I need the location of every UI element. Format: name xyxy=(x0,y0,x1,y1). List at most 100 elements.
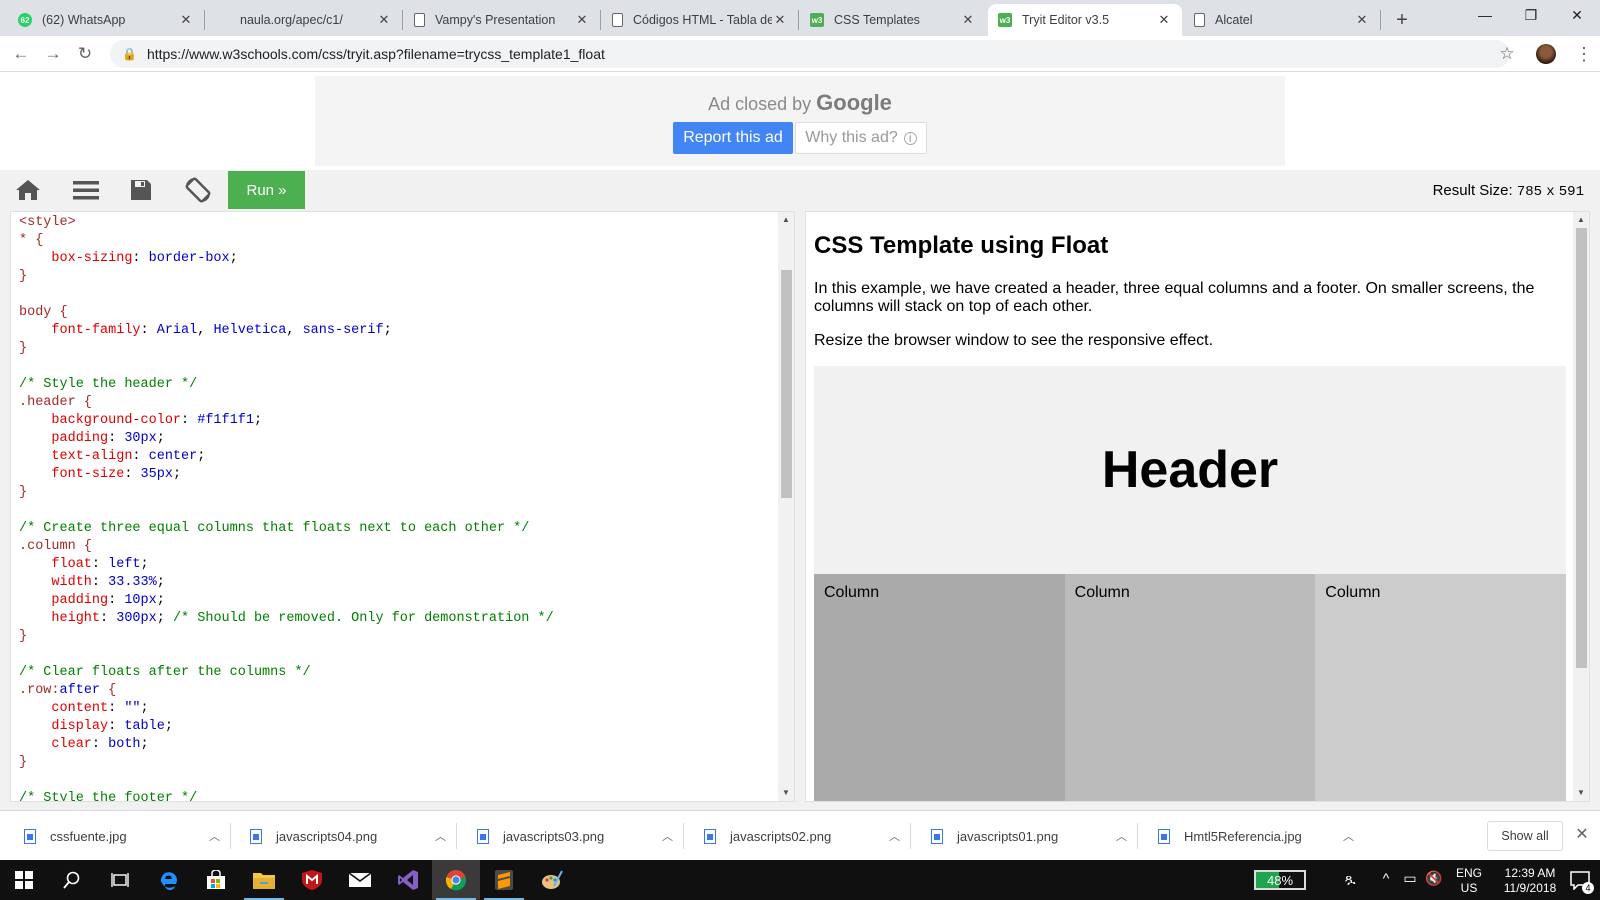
edge-icon[interactable] xyxy=(144,860,192,900)
url-text: https://www.w3schools.com/css/tryit.asp?… xyxy=(146,46,605,62)
restore-icon[interactable]: ❐ xyxy=(1508,0,1554,32)
language-code: ENG xyxy=(1455,866,1482,880)
new-tab-icon[interactable]: + xyxy=(1388,6,1416,34)
browser-menu-icon[interactable]: ⋮ xyxy=(1574,41,1594,67)
scroll-up-icon[interactable]: ▲ xyxy=(1573,212,1589,228)
mcafee-icon[interactable] xyxy=(288,860,336,900)
result-pane[interactable]: CSS Template using Float In this example… xyxy=(805,211,1590,802)
language-indicator[interactable]: ENG US xyxy=(1452,866,1486,896)
chevron-up-icon[interactable]: ^ xyxy=(1376,870,1396,886)
run-button[interactable]: Run » xyxy=(228,171,305,209)
notifications-icon[interactable]: 4 xyxy=(1560,860,1600,900)
volume-muted-icon[interactable]: 🔇 xyxy=(1424,870,1444,887)
tab-separator xyxy=(798,10,799,30)
close-tab-icon[interactable]: ✕ xyxy=(376,12,392,28)
tryit-toolbar: Run » Result Size: 785 x 591 xyxy=(0,170,1600,210)
scroll-up-icon[interactable]: ▲ xyxy=(778,212,794,228)
show-all-downloads-button[interactable]: Show all xyxy=(1487,821,1563,851)
visual-studio-icon[interactable] xyxy=(384,860,432,900)
info-icon: i xyxy=(903,131,917,145)
result-scrollbar[interactable]: ▲ ▼ xyxy=(1573,212,1589,801)
battery-tray-icon[interactable]: ▭ xyxy=(1400,870,1420,887)
code-editor[interactable]: <style> * { box-sizing: border-box; } bo… xyxy=(10,211,795,802)
clock-time: 12:39 AM xyxy=(1504,866,1556,880)
window-close-icon[interactable]: ✕ xyxy=(1554,0,1600,32)
minimize-icon[interactable]: — xyxy=(1462,0,1508,32)
result-column: Column xyxy=(1064,574,1316,801)
tab-separator xyxy=(600,10,601,30)
chrome-icon[interactable] xyxy=(432,860,480,900)
close-tab-icon[interactable]: ✕ xyxy=(1156,12,1172,28)
chevron-up-icon[interactable]: ︿ xyxy=(1343,828,1354,844)
tab-naula[interactable]: naula.org/apec/c1/ ✕ xyxy=(206,4,402,36)
download-separator xyxy=(910,823,911,849)
save-icon[interactable] xyxy=(121,174,161,206)
result-paragraph-1: In this example, we have created a heade… xyxy=(814,280,1535,315)
scroll-thumb[interactable] xyxy=(1576,228,1587,668)
report-ad-button[interactable]: Report this ad xyxy=(673,122,793,154)
clock[interactable]: 12:39 AM 11/9/2018 xyxy=(1492,866,1568,896)
tab-css-templates[interactable]: w3 CSS Templates ✕ xyxy=(800,4,986,36)
close-tab-icon[interactable]: ✕ xyxy=(1354,12,1370,28)
chevron-up-icon[interactable]: ︿ xyxy=(889,828,900,844)
reload-icon[interactable]: ↻ xyxy=(72,41,98,67)
whatsapp-icon: 62 xyxy=(18,13,32,27)
tab-whatsapp[interactable]: 62 (62) WhatsApp ✕ xyxy=(8,4,204,36)
rotate-screen-icon[interactable] xyxy=(178,174,218,206)
scroll-down-icon[interactable]: ▼ xyxy=(778,785,794,801)
address-bar[interactable]: 🔒 https://www.w3schools.com/css/tryit.as… xyxy=(110,40,1510,68)
chevron-up-icon[interactable]: ︿ xyxy=(435,828,446,844)
download-item[interactable]: javascripts04.png ︿ xyxy=(250,811,446,861)
tab-separator xyxy=(1380,10,1381,30)
file-explorer-icon[interactable] xyxy=(240,860,288,900)
image-file-icon xyxy=(1158,828,1170,844)
result-width: 785 xyxy=(1516,184,1543,200)
bookmark-star-icon[interactable]: ☆ xyxy=(1494,41,1520,67)
download-item[interactable]: javascripts01.png ︿ xyxy=(931,811,1127,861)
tab-alcatel[interactable]: Alcatel ✕ xyxy=(1184,4,1380,36)
download-separator xyxy=(683,823,684,849)
close-tab-icon[interactable]: ✕ xyxy=(178,12,194,28)
tab-tryit-editor[interactable]: w3 Tryit Editor v3.5 ✕ xyxy=(988,4,1182,36)
people-icon[interactable]: ጿ xyxy=(1340,870,1360,887)
battery-percent: 48% xyxy=(1266,872,1294,888)
chevron-up-icon[interactable]: ︿ xyxy=(1116,828,1127,844)
search-icon[interactable] xyxy=(48,860,96,900)
download-filename: javascripts02.png xyxy=(730,828,832,844)
sublime-text-icon[interactable] xyxy=(480,860,528,900)
task-view-icon[interactable] xyxy=(96,860,144,900)
scroll-thumb[interactable] xyxy=(781,270,792,498)
forward-arrow-icon[interactable]: → xyxy=(40,41,66,67)
tab-codigos-html[interactable]: Códigos HTML - Tabla de ✕ xyxy=(602,4,798,36)
close-tab-icon[interactable]: ✕ xyxy=(772,12,788,28)
result-columns-row: Column Column Column xyxy=(814,574,1566,801)
close-tab-icon[interactable]: ✕ xyxy=(960,12,976,28)
tab-title: naula.org/apec/c1/ xyxy=(240,13,343,27)
mail-icon[interactable] xyxy=(336,860,384,900)
chevron-up-icon[interactable]: ︿ xyxy=(662,828,673,844)
why-this-ad-button[interactable]: Why this ad? i xyxy=(795,122,927,154)
windows-start-icon[interactable] xyxy=(0,860,48,900)
paint-icon[interactable] xyxy=(528,860,576,900)
menu-icon[interactable] xyxy=(66,174,106,206)
chevron-up-icon[interactable]: ︿ xyxy=(209,828,220,844)
close-tab-icon[interactable]: ✕ xyxy=(574,12,590,28)
result-size-label: Result Size: xyxy=(1432,182,1513,199)
windows-taskbar: 48% ጿ ^ ▭ 🔇 ENG US 12:39 AM 11/9/2018 4 xyxy=(0,860,1600,900)
store-icon[interactable] xyxy=(192,860,240,900)
result-size-readout: Result Size: 785 x 591 xyxy=(1433,182,1584,200)
scroll-down-icon[interactable]: ▼ xyxy=(1573,785,1589,801)
profile-avatar[interactable] xyxy=(1536,44,1556,64)
code-scrollbar[interactable]: ▲ ▼ xyxy=(778,212,794,801)
document-icon xyxy=(1194,13,1205,27)
download-item[interactable]: javascripts02.png ︿ xyxy=(704,811,900,861)
battery-indicator[interactable]: 48% xyxy=(1254,870,1306,890)
tab-vampy[interactable]: Vampy's Presentation ✕ xyxy=(404,4,600,36)
download-item[interactable]: javascripts03.png ︿ xyxy=(477,811,673,861)
code-content[interactable]: <style> * { box-sizing: border-box; } bo… xyxy=(19,214,554,801)
home-icon[interactable] xyxy=(8,174,48,206)
back-arrow-icon[interactable]: ← xyxy=(8,41,34,67)
close-downloads-icon[interactable]: ✕ xyxy=(1572,825,1592,845)
download-item[interactable]: Hmtl5Referencia.jpg ︿ xyxy=(1158,811,1354,861)
download-item[interactable]: cssfuente.jpg ︿ xyxy=(24,811,220,861)
